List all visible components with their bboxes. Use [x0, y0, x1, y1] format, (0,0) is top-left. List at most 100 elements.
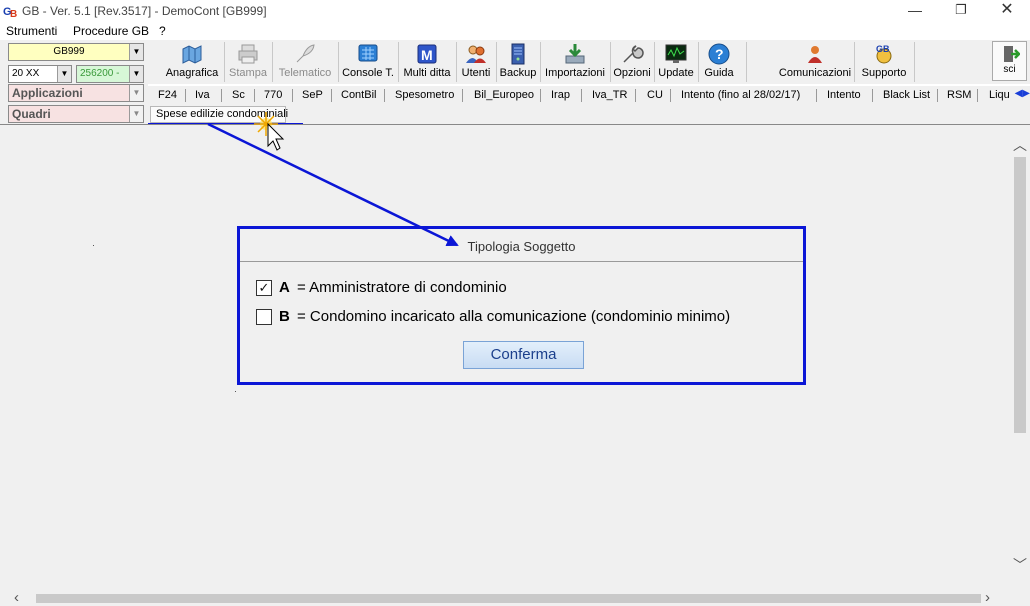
app-tab-rsm[interactable]: RSM — [947, 89, 971, 101]
toolbar-divider — [456, 42, 457, 82]
chevron-down-icon[interactable]: ▼ — [57, 66, 71, 82]
window-title: GB - Ver. 5.1 [Rev.3517] - DemoCont [GB9… — [22, 4, 267, 18]
applications-tab-strip: F24 Iva Sc 770 SeP ContBil Spesometro Bi… — [148, 86, 1030, 105]
app-tab-770[interactable]: 770 — [264, 89, 282, 101]
main-toolbar: Anagrafica Stampa Telematico Console T. … — [148, 40, 1030, 84]
conferma-button[interactable]: Conferma — [463, 341, 584, 369]
app-tab-f24[interactable]: F24 — [158, 89, 177, 101]
conto-value: 256200 - — [80, 68, 120, 79]
option-a-text: = Amministratore di condominio — [297, 279, 507, 296]
vertical-scroll-thumb[interactable] — [1014, 157, 1026, 433]
option-b-key: B — [279, 308, 290, 325]
app-tab-intento[interactable]: Intento — [827, 89, 861, 101]
quadri-tab-spese-edilizie[interactable]: Spese edilizie condominiali — [150, 106, 288, 123]
exit-button[interactable]: sci — [992, 41, 1027, 81]
vertical-scrollbar[interactable]: ︿ ﹀ — [1010, 125, 1030, 591]
app-tab-contbil[interactable]: ContBil — [341, 89, 376, 101]
svg-text:B: B — [10, 9, 17, 19]
chevron-down-icon[interactable]: ▼ — [129, 44, 143, 60]
scroll-down-icon[interactable]: ﹀ — [1010, 555, 1030, 575]
help-icon: ? — [708, 43, 730, 65]
importazioni-label: Importazioni — [545, 67, 605, 79]
app-tab-spesometro[interactable]: Spesometro — [395, 89, 454, 101]
menu-strumenti[interactable]: Strumenti — [6, 24, 57, 38]
year-select[interactable]: 20 XX ▼ — [8, 65, 72, 83]
conto-select[interactable]: 256200 - ▼ — [76, 65, 144, 83]
comunicazioni-button[interactable]: Comunicazioni — [778, 41, 852, 82]
checkbox-b[interactable] — [256, 309, 272, 325]
tab-separator — [292, 89, 293, 102]
importazioni-button[interactable]: Importazioni — [542, 41, 608, 82]
menu-help[interactable]: ? — [159, 24, 166, 38]
toolbar-divider — [854, 42, 855, 82]
chevron-down-icon[interactable]: ▼ — [129, 85, 143, 101]
applicazioni-select[interactable]: Applicazioni ▼ — [8, 84, 144, 102]
chevron-down-icon[interactable]: ▼ — [129, 106, 143, 122]
horizontal-scrollbar[interactable]: ‹ › — [0, 589, 1030, 606]
chevron-down-icon[interactable]: ▼ — [129, 66, 143, 82]
backup-label: Backup — [499, 67, 537, 79]
toolbar-divider — [338, 42, 339, 82]
svg-text:M: M — [421, 47, 433, 63]
utenti-button[interactable]: Utenti — [458, 41, 494, 82]
ditta-select[interactable]: GB999 ▼ — [8, 43, 144, 61]
server-icon — [511, 43, 525, 65]
tab-scroll-arrows[interactable]: ◀▶ — [1015, 88, 1030, 99]
toolbar-divider — [698, 42, 699, 82]
app-tab-intento-old[interactable]: Intento (fino al 28/02/17) — [681, 89, 800, 101]
tab-separator — [254, 89, 255, 102]
tab-separator — [540, 89, 541, 102]
stray-pixel — [235, 391, 236, 392]
menu-bar: Strumenti Procedure GB ? — [0, 22, 1030, 40]
comunicazioni-label: Comunicazioni — [778, 67, 852, 79]
tab-separator — [384, 89, 385, 102]
console-button[interactable]: Console T. — [340, 41, 396, 82]
option-a-key: A — [279, 279, 290, 296]
scroll-left-icon[interactable]: ‹ — [14, 589, 19, 606]
supporto-button[interactable]: GB Supporto — [856, 41, 912, 82]
maximize-button[interactable]: ❐ — [938, 0, 984, 22]
anagrafica-button[interactable]: Anagrafica — [162, 41, 222, 82]
multi-ditta-button[interactable]: M Multi ditta — [400, 41, 454, 82]
app-tab-bil-europeo[interactable]: Bil_Europeo — [474, 89, 534, 101]
tab-separator — [670, 89, 671, 102]
svg-text:GB: GB — [876, 44, 890, 54]
app-tab-irap[interactable]: Irap — [551, 89, 570, 101]
stampa-button[interactable]: Stampa — [226, 41, 270, 82]
users-icon — [466, 45, 486, 63]
tipologia-soggetto-dialog: Tipologia Soggetto ✓ A = Amministratore … — [237, 226, 806, 385]
app-logo-icon: G B — [3, 3, 19, 19]
toolbar-divider — [654, 42, 655, 82]
telematico-button[interactable]: Telematico — [274, 41, 336, 82]
utenti-label: Utenti — [461, 67, 491, 79]
stampa-label: Stampa — [229, 67, 267, 79]
backup-button[interactable]: Backup — [498, 41, 538, 82]
scroll-right-icon[interactable]: › — [985, 589, 990, 606]
wrench-icon — [623, 45, 644, 63]
app-tab-sc[interactable]: Sc — [232, 89, 245, 101]
checkbox-a[interactable]: ✓ — [256, 280, 272, 296]
option-b-text: = Condomino incaricato alla comunicazion… — [297, 308, 731, 325]
app-tab-iva[interactable]: Iva — [195, 89, 210, 101]
menu-procedure-gb[interactable]: Procedure GB — [73, 24, 149, 38]
app-tab-liqu[interactable]: Liqu — [989, 89, 1010, 101]
update-button[interactable]: Update — [656, 41, 696, 82]
guida-button[interactable]: ? Guida — [700, 41, 738, 82]
app-tab-sep[interactable]: SeP — [302, 89, 323, 101]
toolbar-divider — [914, 42, 915, 82]
app-tab-black-list[interactable]: Black List — [883, 89, 930, 101]
exit-label: sci — [1003, 64, 1016, 75]
app-tab-cu[interactable]: CU — [647, 89, 663, 101]
applicazioni-label: Applicazioni — [12, 86, 83, 100]
stray-pixel — [93, 245, 94, 246]
opzioni-button[interactable]: Opzioni — [612, 41, 652, 82]
app-tab-iva-tr[interactable]: Iva_TR — [592, 89, 627, 101]
quadri-select[interactable]: Quadri ▼ — [8, 105, 144, 123]
minimize-button[interactable]: — — [892, 0, 938, 22]
svg-text:?: ? — [715, 46, 724, 62]
close-button[interactable]: ✕ — [984, 0, 1030, 22]
scroll-up-icon[interactable]: ︿ — [1010, 135, 1030, 155]
toolbar-divider — [746, 42, 747, 82]
horizontal-scroll-thumb[interactable] — [36, 594, 981, 603]
telematico-label: Telematico — [278, 67, 332, 79]
